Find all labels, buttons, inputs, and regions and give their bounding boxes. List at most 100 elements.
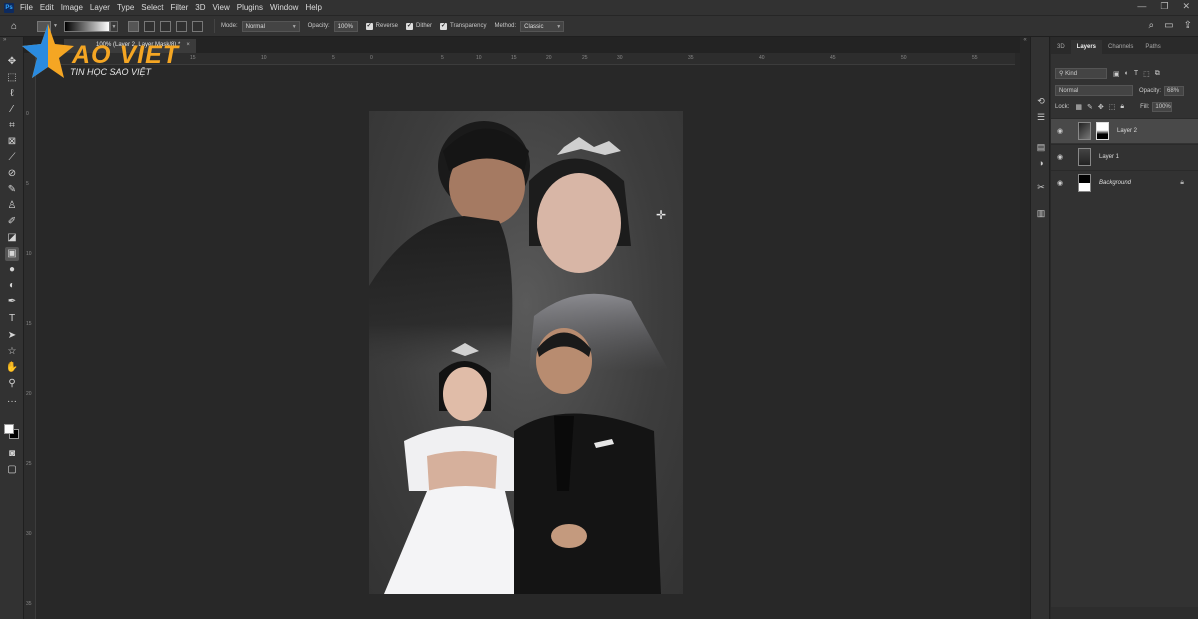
layer-kind-filter[interactable]: ⚲ Kind bbox=[1055, 68, 1107, 79]
more-tools-icon[interactable]: ··· bbox=[5, 395, 19, 409]
history-brush-tool-icon[interactable]: ✐ bbox=[5, 215, 19, 229]
quick-mask-icon[interactable]: ◙ bbox=[5, 447, 19, 461]
gradient-tool-icon[interactable]: ▣ bbox=[5, 247, 19, 261]
ruler-label: 0 bbox=[26, 111, 29, 117]
ruler-label: 30 bbox=[26, 531, 32, 537]
menu-file[interactable]: File bbox=[20, 3, 33, 12]
layer-row-layer-1[interactable]: ◉ Layer 1 bbox=[1051, 144, 1198, 169]
menu-image[interactable]: Image bbox=[61, 3, 83, 12]
minimize-icon[interactable]: — bbox=[1137, 1, 1146, 12]
dither-checkbox[interactable]: ✓ bbox=[406, 22, 413, 30]
menu-view[interactable]: View bbox=[213, 3, 230, 12]
screen-mode-icon[interactable]: ▢ bbox=[5, 463, 19, 477]
opacity-value: 100% bbox=[337, 23, 354, 30]
properties-panel-icon[interactable]: ☰ bbox=[1035, 111, 1047, 123]
marquee-tool-icon[interactable]: ⬚ bbox=[5, 71, 19, 85]
pixel-filter-icon[interactable]: ▣ bbox=[1113, 70, 1120, 78]
menu-3d[interactable]: 3D bbox=[195, 3, 205, 12]
method-select[interactable]: Classic ▼ bbox=[520, 20, 565, 32]
zoom-tool-icon[interactable]: ⚲ bbox=[5, 377, 19, 391]
menu-help[interactable]: Help bbox=[305, 3, 321, 12]
lock-icons: ▦ ✎ ✥ ⬚ 🔒︎ bbox=[1075, 103, 1124, 111]
ruler-label: 10 bbox=[26, 251, 32, 257]
libraries-panel-icon[interactable]: ▤ bbox=[1035, 141, 1047, 153]
diamond-gradient-button[interactable] bbox=[191, 20, 203, 32]
path-selection-tool-icon[interactable]: ➤ bbox=[5, 329, 19, 343]
panel-dock-strip[interactable]: « bbox=[1020, 37, 1030, 619]
right-options: ⌕ ▭ ⇪ bbox=[1149, 20, 1192, 31]
blend-mode-value: Normal bbox=[1059, 88, 1079, 94]
mode-select[interactable]: Normal ▼ bbox=[241, 20, 300, 32]
shape-filter-icon[interactable]: ⬚ bbox=[1143, 70, 1150, 78]
tab-channels[interactable]: Channels bbox=[1102, 44, 1139, 54]
restore-icon[interactable]: ❐ bbox=[1160, 1, 1168, 12]
crop-tool-icon[interactable]: ⌗ bbox=[5, 119, 19, 133]
tool-presets-icon[interactable]: ✂ bbox=[1035, 181, 1047, 193]
eyedropper-tool-icon[interactable]: ⟋ bbox=[5, 151, 19, 165]
menu-layer[interactable]: Layer bbox=[90, 3, 110, 12]
tab-layers[interactable]: Layers bbox=[1070, 40, 1103, 54]
menu-plugins[interactable]: Plugins bbox=[237, 3, 263, 12]
panel-tabs: 3D Layers Channels Paths bbox=[1051, 37, 1198, 54]
lasso-tool-icon[interactable]: ℓ bbox=[5, 87, 19, 101]
healing-brush-tool-icon[interactable]: ⊘ bbox=[5, 167, 19, 181]
menu-select[interactable]: Select bbox=[141, 3, 163, 12]
search-icon[interactable]: ⌕ bbox=[1149, 20, 1155, 31]
type-tool-icon[interactable]: T bbox=[5, 312, 19, 326]
type-filter-icon[interactable]: T bbox=[1134, 70, 1138, 78]
magic-wand-tool-icon[interactable]: ⁄ bbox=[5, 103, 19, 117]
adjustments-panel-icon[interactable]: ◑ bbox=[1035, 157, 1047, 169]
pen-tool-icon[interactable]: ✒ bbox=[5, 295, 19, 309]
adjustment-filter-icon[interactable]: ◐ bbox=[1125, 70, 1129, 78]
menu-window[interactable]: Window bbox=[270, 3, 298, 12]
history-panel-icon[interactable]: ⟲ bbox=[1035, 95, 1047, 107]
ruler-label: 25 bbox=[26, 461, 32, 467]
fill-input[interactable]: 100% bbox=[1152, 102, 1173, 112]
dodge-tool-icon[interactable]: ◐ bbox=[5, 279, 19, 293]
share-icon[interactable]: ⇪ bbox=[1184, 20, 1192, 31]
layer-opacity-input[interactable]: 68% bbox=[1164, 85, 1185, 96]
lock-artboard-icon[interactable]: ⬚ bbox=[1109, 103, 1116, 111]
photoshop-window: Ps File Edit Image Layer Type Select Fil… bbox=[0, 0, 1198, 619]
lock-image-icon[interactable]: ✎ bbox=[1087, 103, 1093, 111]
divider bbox=[213, 19, 215, 33]
panel-icons-column: ⟲ ☰ ▤ ◑ ✂ ▥ bbox=[1030, 37, 1050, 619]
collapse-toolbar-icon[interactable]: » bbox=[0, 37, 23, 43]
blend-mode-select[interactable]: Normal bbox=[1055, 85, 1133, 96]
close-tab-icon[interactable]: × bbox=[186, 42, 190, 48]
close-icon[interactable]: ✕ bbox=[1182, 1, 1190, 12]
layer-mask-thumbnail[interactable] bbox=[1096, 122, 1109, 140]
workspace-icon[interactable]: ▭ bbox=[1164, 20, 1173, 31]
layer-row-layer-2[interactable]: ◉ Layer 2 bbox=[1051, 118, 1198, 143]
ruler-label: 10 bbox=[476, 55, 482, 61]
eye-icon[interactable]: ◉ bbox=[1057, 127, 1069, 135]
blur-tool-icon[interactable]: ● bbox=[5, 263, 19, 277]
foreground-color-swatch[interactable] bbox=[4, 424, 14, 434]
shape-tool-icon[interactable]: ☆ bbox=[5, 345, 19, 359]
eye-icon[interactable]: ◉ bbox=[1057, 153, 1069, 161]
lock-position-icon[interactable]: ✥ bbox=[1098, 103, 1104, 111]
clone-stamp-tool-icon[interactable]: ♙ bbox=[5, 199, 19, 213]
lock-icon: 🔒︎ bbox=[1180, 179, 1184, 186]
tab-3d[interactable]: 3D bbox=[1051, 44, 1071, 54]
reverse-checkbox[interactable]: ✓ bbox=[365, 22, 373, 30]
eraser-tool-icon[interactable]: ◪ bbox=[5, 231, 19, 245]
tab-paths[interactable]: Paths bbox=[1139, 44, 1166, 54]
smart-object-filter-icon[interactable]: ⧉ bbox=[1155, 70, 1160, 78]
layer-row-background[interactable]: ◉ Background 🔒︎ bbox=[1051, 170, 1198, 195]
document-canvas-image[interactable] bbox=[369, 111, 683, 594]
opacity-input[interactable]: 100% bbox=[333, 20, 358, 32]
eye-icon[interactable]: ◉ bbox=[1057, 179, 1069, 187]
layer-name: Layer 1 bbox=[1099, 154, 1120, 160]
frame-tool-icon[interactable]: ⊠ bbox=[5, 135, 19, 149]
transparency-checkbox[interactable]: ✓ bbox=[440, 22, 448, 30]
move-tool-icon[interactable]: ✥ bbox=[5, 55, 19, 69]
menu-edit[interactable]: Edit bbox=[40, 3, 54, 12]
hand-tool-icon[interactable]: ✋ bbox=[5, 361, 19, 375]
lock-transparent-icon[interactable]: ▦ bbox=[1075, 103, 1082, 111]
menu-filter[interactable]: Filter bbox=[171, 3, 189, 12]
menu-type[interactable]: Type bbox=[117, 3, 134, 12]
lock-all-icon[interactable]: 🔒︎ bbox=[1120, 103, 1124, 111]
brush-tool-icon[interactable]: ✎ bbox=[5, 183, 19, 197]
character-panel-icon[interactable]: ▥ bbox=[1035, 207, 1047, 219]
